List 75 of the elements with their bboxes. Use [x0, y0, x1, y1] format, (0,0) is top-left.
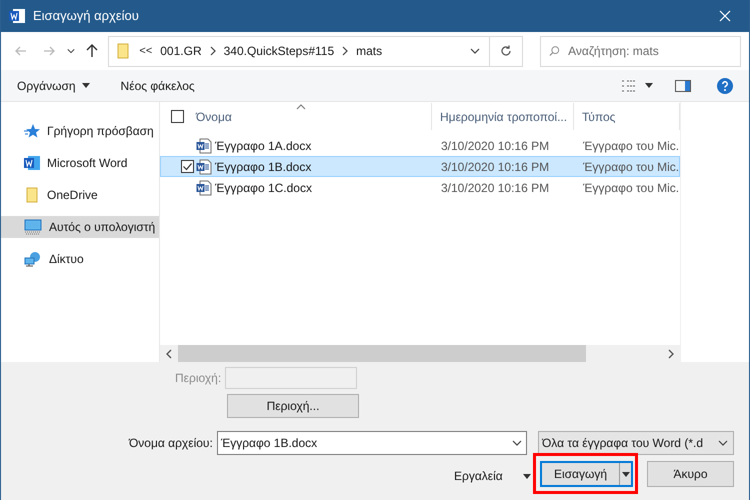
close-icon [719, 10, 731, 22]
help-icon [717, 78, 733, 94]
sidebar-item[interactable]: Δίκτυο [1, 248, 159, 270]
caret-icon [82, 83, 90, 88]
insert-split-button[interactable]: Εισαγωγή [540, 461, 633, 487]
separator-chevron-icon [342, 46, 348, 56]
folder-icon [24, 187, 40, 203]
file-row[interactable]: Έγγραφο 1B.docx 3/10/2020 10:16 PM Έγγραφο του Mic. [160, 156, 680, 177]
details-view-icon [621, 80, 637, 92]
address-bar[interactable]: << 001.GR 340.QuickSteps#115 mats [108, 36, 524, 66]
breadcrumb-item[interactable]: mats [356, 42, 382, 60]
chevron-down-icon [512, 438, 522, 448]
region-label: Περιοχή: [175, 370, 222, 387]
sidebar-item[interactable]: OneDrive [1, 184, 159, 206]
search-input[interactable]: Αναζήτηση: mats [568, 42, 732, 60]
view-options-button[interactable] [621, 80, 653, 92]
overflow-chevrons[interactable]: << [139, 42, 152, 60]
refresh-icon [500, 45, 512, 57]
file-row[interactable]: Έγγραφο 1A.docx 3/10/2020 10:16 PM Έγγραφο του Mic. [160, 135, 680, 156]
word-app-icon [9, 8, 25, 24]
file-name: Έγγραφο 1C.docx [215, 180, 312, 196]
breadcrumb-item[interactable]: 001.GR [160, 42, 202, 60]
word-document-icon [196, 180, 212, 196]
select-all-checkbox[interactable] [170, 110, 184, 123]
modified-date: 3/10/2020 10:16 PM [440, 158, 550, 176]
word-document-icon [196, 158, 212, 174]
search-box[interactable]: Αναζήτηση: mats [540, 36, 741, 66]
forward-arrow-icon [42, 45, 55, 57]
horizontal-scrollbar[interactable] [160, 345, 680, 362]
preview-pane-icon [675, 80, 691, 92]
file-row[interactable]: Έγγραφο 1C.docx 3/10/2020 10:16 PM Έγγραφο του Mic. [160, 177, 680, 198]
computer-icon [24, 219, 42, 235]
star-icon [24, 123, 40, 139]
file-type: Έγγραφο του Mic. [582, 180, 680, 196]
file-name: Έγγραφο 1A.docx [215, 138, 312, 154]
file-name-input[interactable]: Έγγραφο 1B.docx [220, 434, 512, 452]
organize-menu-button[interactable]: Οργάνωση [17, 76, 90, 94]
preview-pane-button[interactable] [675, 80, 691, 92]
window-title: Εισαγωγή αρχείου [33, 7, 140, 26]
file-name-combo-box[interactable]: Έγγραφο 1B.docx [216, 431, 527, 455]
breadcrumb-item[interactable]: 340.QuickSteps#115 [224, 42, 334, 60]
sidebar-item[interactable]: Microsoft Word [1, 152, 159, 174]
caret-icon [622, 472, 630, 476]
up-arrow-icon [86, 44, 98, 58]
file-type: Έγγραφο του Mic. [582, 138, 680, 154]
chevron-down-icon [718, 438, 728, 448]
modified-date: 3/10/2020 10:16 PM [440, 138, 550, 154]
search-icon [549, 45, 560, 57]
file-name: Έγγραφο 1B.docx [215, 158, 312, 176]
sidebar-item[interactable]: Αυτός ο υπολογιστή [1, 216, 159, 238]
folder-icon [115, 43, 132, 59]
scrollbar-thumb[interactable] [178, 345, 586, 362]
cancel-button[interactable]: Άκυρο [647, 461, 734, 487]
help-button[interactable] [717, 78, 733, 94]
scroll-right-icon [668, 348, 674, 358]
tools-menu-button[interactable]: Εργαλεία [454, 464, 531, 488]
caret-icon [645, 83, 653, 88]
caret-icon [522, 474, 531, 478]
chevron-down-icon [66, 47, 75, 55]
network-icon [24, 251, 42, 267]
file-name-label: Όνομα αρχείου: [129, 435, 213, 452]
column-header[interactable]: Τύπος [574, 103, 680, 130]
separator-chevron-icon [210, 46, 216, 56]
new-folder-button[interactable]: Νέος φάκελος [120, 76, 195, 94]
column-header[interactable]: Ημερομηνία τροποποί... [432, 103, 574, 130]
back-arrow-icon [14, 45, 27, 57]
word-document-icon [196, 138, 212, 154]
file-type: Έγγραφο του Mic. [582, 158, 680, 176]
word-icon [24, 155, 40, 171]
sidebar-item[interactable]: Γρήγορη πρόσβαση [1, 120, 159, 142]
scroll-left-icon [166, 348, 172, 358]
modified-date: 3/10/2020 10:16 PM [440, 180, 550, 196]
column-header[interactable]: Όνομα [194, 103, 432, 130]
chevron-down-icon [470, 46, 480, 56]
checked-checkbox[interactable] [181, 160, 194, 173]
